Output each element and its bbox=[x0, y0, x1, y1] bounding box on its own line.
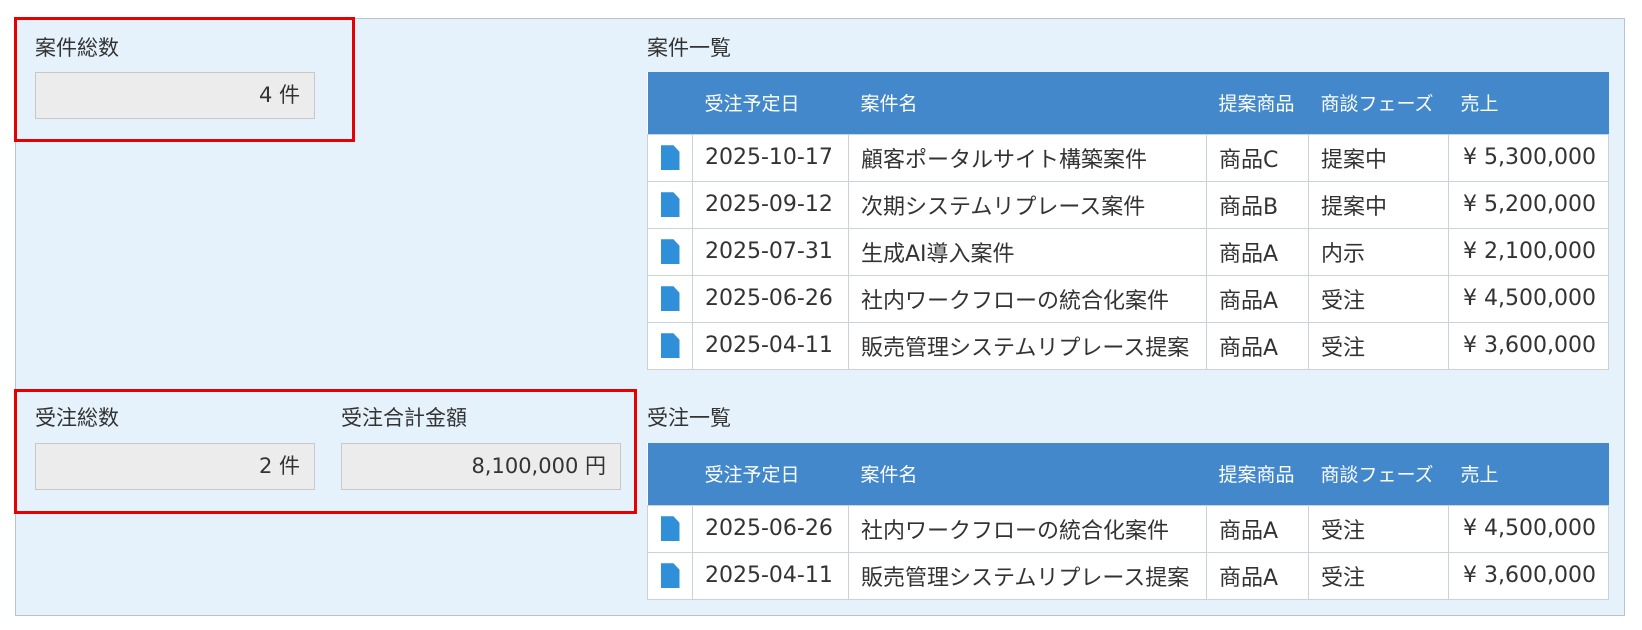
document-icon[interactable] bbox=[660, 192, 680, 218]
cell-sales: ¥ 3,600,000 bbox=[1448, 551, 1609, 600]
cell-date: 2025-06-26 bbox=[692, 504, 849, 553]
cell-sales: ¥ 2,100,000 bbox=[1448, 227, 1609, 276]
cell-phase: 提案中 bbox=[1308, 133, 1449, 182]
cell-product: 商品A bbox=[1206, 274, 1309, 323]
cell-name: 社内ワークフローの統合化案件 bbox=[848, 274, 1207, 323]
case-list-header-name[interactable]: 案件名 bbox=[848, 72, 1207, 134]
cell-product: 商品C bbox=[1206, 133, 1309, 182]
cell-phase: 受注 bbox=[1308, 551, 1449, 600]
row-icon-cell[interactable] bbox=[647, 551, 693, 600]
order-list-table: 受注予定日 案件名 提案商品 商談フェーズ 売上 2025-06-26 社内ワークフローの… bbox=[647, 443, 1609, 600]
case-list-body: 2025-10-17 顧客ポータルサイト構築案件 商品C 提案中 ¥ 5,300,000… bbox=[647, 133, 1609, 370]
cell-phase: 提案中 bbox=[1308, 180, 1449, 229]
row-icon-cell[interactable] bbox=[647, 274, 693, 323]
case-list-header-date[interactable]: 受注予定日 bbox=[692, 72, 849, 134]
table-row[interactable]: 2025-10-17 顧客ポータルサイト構築案件 商品C 提案中 ¥ 5,300,000 bbox=[647, 133, 1609, 182]
cell-sales: ¥ 3,600,000 bbox=[1448, 321, 1609, 370]
case-list-header-icon bbox=[647, 72, 693, 134]
order-summary-highlight bbox=[14, 389, 637, 514]
document-icon[interactable] bbox=[660, 516, 680, 542]
case-list-header-row: 受注予定日 案件名 提案商品 商談フェーズ 売上 bbox=[647, 72, 1609, 134]
cell-name: 生成AI導入案件 bbox=[848, 227, 1207, 276]
cell-name: 社内ワークフローの統合化案件 bbox=[848, 504, 1207, 553]
table-row[interactable]: 2025-07-31 生成AI導入案件 商品A 内示 ¥ 2,100,000 bbox=[647, 227, 1609, 276]
order-list-header-name[interactable]: 案件名 bbox=[848, 443, 1207, 505]
order-list-header-phase[interactable]: 商談フェーズ bbox=[1308, 443, 1449, 505]
cell-date: 2025-10-17 bbox=[692, 133, 849, 182]
row-icon-cell[interactable] bbox=[647, 133, 693, 182]
row-icon-cell[interactable] bbox=[647, 321, 693, 370]
cell-date: 2025-09-12 bbox=[692, 180, 849, 229]
order-list-title: 受注一覧 bbox=[647, 406, 731, 430]
cell-phase: 受注 bbox=[1308, 274, 1449, 323]
cell-date: 2025-04-11 bbox=[692, 551, 849, 600]
cell-date: 2025-06-26 bbox=[692, 274, 849, 323]
case-list-header-sales[interactable]: 売上 bbox=[1448, 72, 1609, 134]
cell-name: 次期システムリプレース案件 bbox=[848, 180, 1207, 229]
cell-sales: ¥ 5,200,000 bbox=[1448, 180, 1609, 229]
order-list-header-icon bbox=[647, 443, 693, 505]
cell-product: 商品A bbox=[1206, 551, 1309, 600]
case-list-title: 案件一覧 bbox=[647, 36, 731, 60]
row-icon-cell[interactable] bbox=[647, 227, 693, 276]
cell-name: 販売管理システムリプレース提案 bbox=[848, 551, 1207, 600]
order-list-header-sales[interactable]: 売上 bbox=[1448, 443, 1609, 505]
document-icon[interactable] bbox=[660, 333, 680, 359]
cell-product: 商品B bbox=[1206, 180, 1309, 229]
cell-sales: ¥ 4,500,000 bbox=[1448, 504, 1609, 553]
table-row[interactable]: 2025-04-11 販売管理システムリプレース提案 商品A 受注 ¥ 3,600,00… bbox=[647, 551, 1609, 600]
cell-product: 商品A bbox=[1206, 504, 1309, 553]
cell-phase: 受注 bbox=[1308, 504, 1449, 553]
case-list-table: 受注予定日 案件名 提案商品 商談フェーズ 売上 2025-10-17 顧客ポータルサイト… bbox=[647, 72, 1609, 370]
document-icon[interactable] bbox=[660, 286, 680, 312]
table-row[interactable]: 2025-09-12 次期システムリプレース案件 商品B 提案中 ¥ 5,200,000 bbox=[647, 180, 1609, 229]
case-list-header-phase[interactable]: 商談フェーズ bbox=[1308, 72, 1449, 134]
table-row[interactable]: 2025-06-26 社内ワークフローの統合化案件 商品A 受注 ¥ 4,500,000 bbox=[647, 274, 1609, 323]
cell-phase: 受注 bbox=[1308, 321, 1449, 370]
document-icon[interactable] bbox=[660, 239, 680, 265]
order-list-header-product[interactable]: 提案商品 bbox=[1206, 443, 1309, 505]
order-list-header-date[interactable]: 受注予定日 bbox=[692, 443, 849, 505]
case-list-header-product[interactable]: 提案商品 bbox=[1206, 72, 1309, 134]
cell-date: 2025-07-31 bbox=[692, 227, 849, 276]
cell-product: 商品A bbox=[1206, 321, 1309, 370]
cell-sales: ¥ 5,300,000 bbox=[1448, 133, 1609, 182]
cell-name: 顧客ポータルサイト構築案件 bbox=[848, 133, 1207, 182]
row-icon-cell[interactable] bbox=[647, 504, 693, 553]
table-row[interactable]: 2025-06-26 社内ワークフローの統合化案件 商品A 受注 ¥ 4,500,000 bbox=[647, 504, 1609, 553]
table-row[interactable]: 2025-04-11 販売管理システムリプレース提案 商品A 受注 ¥ 3,600,00… bbox=[647, 321, 1609, 370]
cell-sales: ¥ 4,500,000 bbox=[1448, 274, 1609, 323]
cell-product: 商品A bbox=[1206, 227, 1309, 276]
cell-date: 2025-04-11 bbox=[692, 321, 849, 370]
document-icon[interactable] bbox=[660, 145, 680, 171]
document-icon[interactable] bbox=[660, 563, 680, 589]
order-list-body: 2025-06-26 社内ワークフローの統合化案件 商品A 受注 ¥ 4,500,000… bbox=[647, 504, 1609, 600]
cell-name: 販売管理システムリプレース提案 bbox=[848, 321, 1207, 370]
cell-phase: 内示 bbox=[1308, 227, 1449, 276]
row-icon-cell[interactable] bbox=[647, 180, 693, 229]
case-total-highlight bbox=[14, 17, 355, 142]
order-list-header-row: 受注予定日 案件名 提案商品 商談フェーズ 売上 bbox=[647, 443, 1609, 505]
